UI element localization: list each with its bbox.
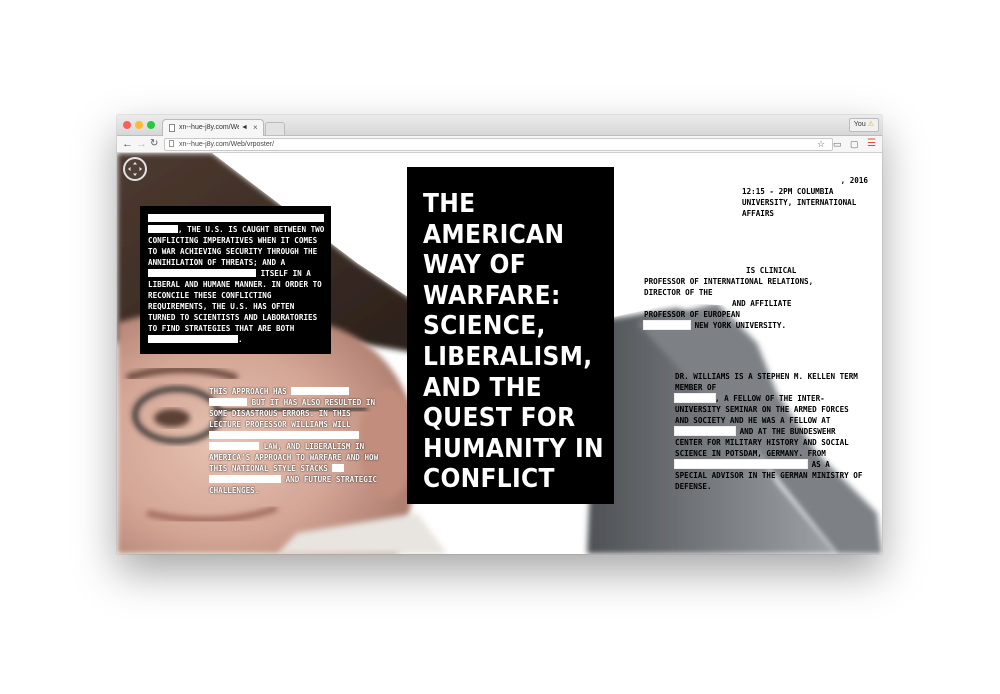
extension-icon[interactable]: ▢ <box>850 136 859 152</box>
profile-button[interactable]: You ⚠ <box>848 118 879 132</box>
redaction-bar <box>209 431 359 439</box>
redaction-bar <box>674 393 716 403</box>
bio-part: AS A <box>811 460 830 469</box>
intro-paragraph-part: . <box>238 335 243 344</box>
zoom-window-button[interactable] <box>147 121 155 129</box>
redaction-bar <box>148 214 324 222</box>
redaction-bar <box>148 225 178 233</box>
redaction-bar <box>674 459 808 469</box>
bio-line: PROFESSOR OF INTERNATIONAL RELATIONS, DI… <box>644 277 814 297</box>
minimize-window-button[interactable] <box>135 121 143 129</box>
page-icon <box>169 124 175 132</box>
intro-text: , THE U.S. IS CAUGHT BETWEEN TWO CONFLIC… <box>148 213 326 345</box>
close-tab-icon[interactable]: × <box>253 120 258 136</box>
speaker-icon[interactable]: ◄ <box>241 120 248 136</box>
redaction-bar <box>332 464 345 472</box>
approach-text: THIS APPROACH HAS BUT IT HAS ALSO RESULT… <box>209 386 384 496</box>
page-icon <box>169 140 174 147</box>
url-text: xn--hue-j8y.com/Web/vrposter/ <box>179 141 275 148</box>
redaction-bar <box>674 426 736 436</box>
bio-section-2: DR. WILLIAMS IS A STEPHEN M. KELLEN TERM… <box>674 371 865 492</box>
toolbar: ← → ↻ xn--hue-j8y.com/Web/vrposter/ ☆ ▭ … <box>117 136 882 153</box>
menu-icon[interactable]: ☰ <box>867 136 876 152</box>
redaction-bar <box>291 387 350 395</box>
bio-line: IS CLINICAL <box>746 266 797 275</box>
bio-line: PROFESSOR OF EUROPEAN <box>644 310 741 319</box>
redaction-bar <box>148 269 256 277</box>
reload-icon[interactable]: ↻ <box>150 136 158 152</box>
bio-line: NEW YORK UNIVERSITY. <box>694 321 787 330</box>
back-icon[interactable]: ← <box>122 136 133 152</box>
warning-icon: ⚠ <box>867 121 874 128</box>
poster-page: , THE U.S. IS CAUGHT BETWEEN TWO CONFLIC… <box>117 153 882 554</box>
close-window-button[interactable] <box>123 121 131 129</box>
tab-strip: xn--hue-j8y.com/Web/… ◄ × You⚠ <box>117 115 882 136</box>
cast-icon[interactable]: ▭ <box>833 136 842 152</box>
forward-icon[interactable]: → <box>136 136 147 152</box>
browser-window: xn--hue-j8y.com/Web/… ◄ × You⚠ ← → ↻ xn-… <box>117 115 882 554</box>
redaction-bar <box>209 442 259 450</box>
event-year: , 2016 <box>840 176 868 185</box>
event-info: , 2016 12:15 - 2PM COLUMBIA UNIVERSITY, … <box>742 175 872 219</box>
bio-section-1: IS CLINICAL PROFESSOR OF INTERNATIONAL R… <box>643 265 829 331</box>
bio-line: AND AFFILIATE <box>732 299 792 308</box>
approach-part: THIS APPROACH HAS <box>209 387 287 396</box>
profile-label: You <box>853 121 866 128</box>
tab-title: xn--hue-j8y.com/Web/… <box>179 124 239 131</box>
poster-title: THE AMERICAN WAY OF WARFARE: SCIENCE, LI… <box>423 189 604 495</box>
title-panel: THE AMERICAN WAY OF WARFARE: SCIENCE, LI… <box>407 167 614 504</box>
bio-part: SPECIAL ADVISOR IN THE GERMAN MINISTRY O… <box>675 471 863 491</box>
new-tab-button[interactable] <box>265 122 285 135</box>
fullscreen-icon[interactable] <box>123 157 147 181</box>
redaction-bar <box>209 398 247 406</box>
redaction-bar <box>209 475 281 483</box>
bookmark-star-icon[interactable]: ☆ <box>817 136 825 152</box>
address-bar[interactable]: xn--hue-j8y.com/Web/vrposter/ <box>164 138 833 151</box>
browser-tab[interactable]: xn--hue-j8y.com/Web/… ◄ × <box>162 119 264 136</box>
intro-panel: , THE U.S. IS CAUGHT BETWEEN TWO CONFLIC… <box>140 206 331 354</box>
bio-part: DR. WILLIAMS IS A STEPHEN M. KELLEN TERM… <box>675 372 858 392</box>
intro-paragraph-part: ITSELF IN A LIBERAL AND HUMANE MANNER. I… <box>148 269 322 333</box>
redaction-bar <box>148 335 238 343</box>
event-time-place: 12:15 - 2PM COLUMBIA UNIVERSITY, INTERNA… <box>742 187 857 218</box>
redaction-bar <box>643 320 691 330</box>
